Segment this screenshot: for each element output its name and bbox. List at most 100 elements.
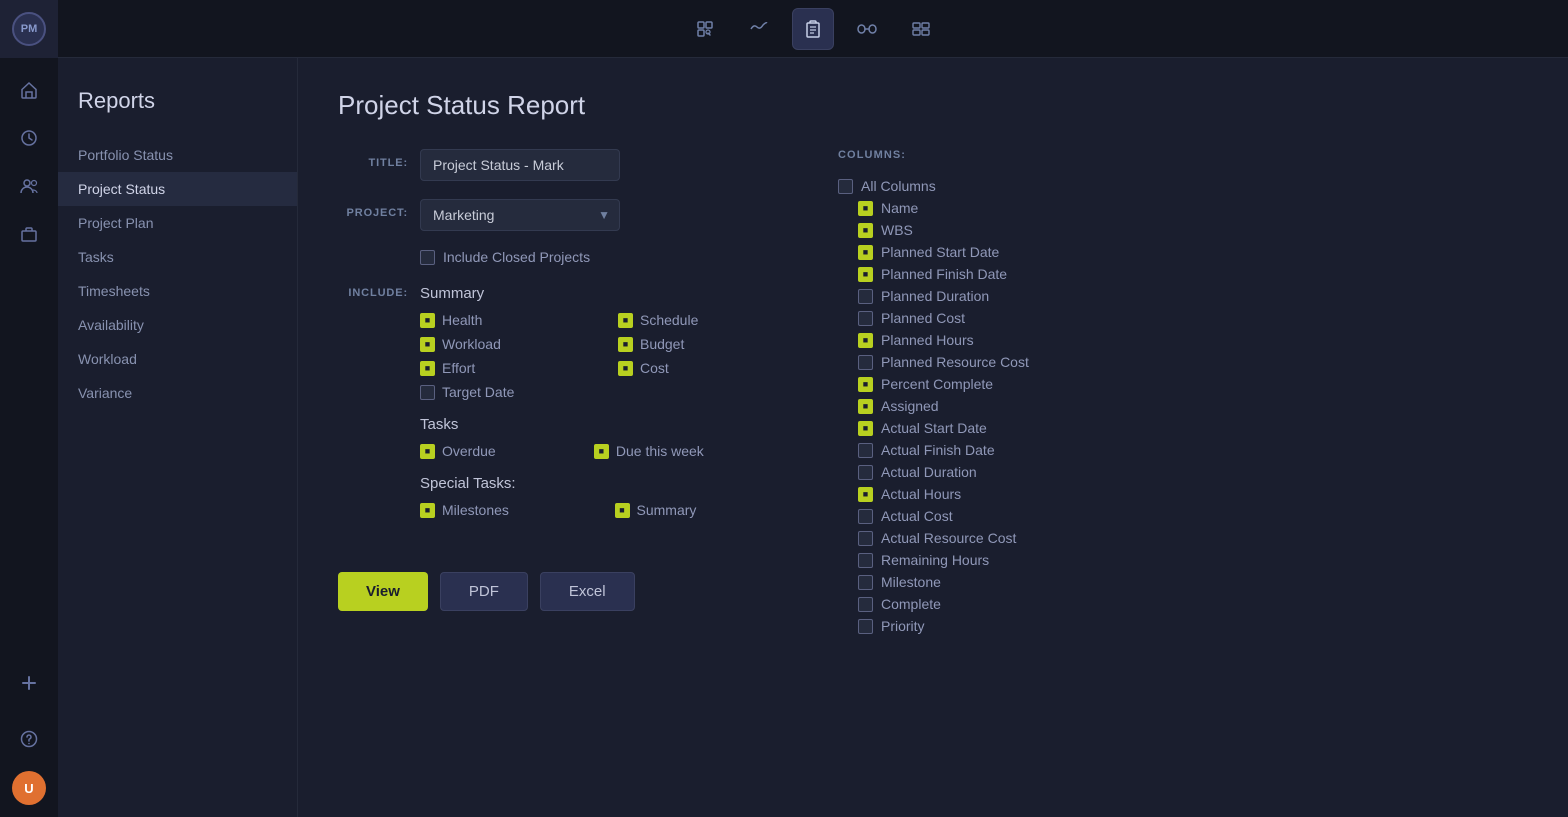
planned-finish-checkbox[interactable] <box>858 267 873 282</box>
sidebar-item-timesheets[interactable]: Timesheets <box>58 274 297 308</box>
col-name[interactable]: Name <box>838 197 1118 219</box>
excel-button[interactable]: Excel <box>540 572 635 611</box>
sidebar-item-portfolio[interactable]: Portfolio Status <box>58 138 297 172</box>
col-complete[interactable]: Complete <box>838 593 1118 615</box>
cb-budget[interactable]: Budget <box>618 336 778 352</box>
view-button[interactable]: View <box>338 572 428 611</box>
col-planned-start[interactable]: Planned Start Date <box>838 241 1118 263</box>
actual-start-checkbox[interactable] <box>858 421 873 436</box>
milestones-checkbox[interactable] <box>420 503 435 518</box>
wbs-checkbox[interactable] <box>858 223 873 238</box>
sidebar-item-availability[interactable]: Availability <box>58 308 297 342</box>
assigned-checkbox[interactable] <box>858 399 873 414</box>
planned-resource-cost-checkbox[interactable] <box>858 355 873 370</box>
include-closed-label: Include Closed Projects <box>443 249 590 265</box>
planned-hours-checkbox[interactable] <box>858 333 873 348</box>
app-logo[interactable]: PM <box>0 0 58 58</box>
sidebar-item-tasks[interactable]: Tasks <box>58 240 297 274</box>
cb-workload[interactable]: Workload <box>420 336 594 352</box>
sidebar-item-project-plan[interactable]: Project Plan <box>58 206 297 240</box>
toolbar-layout[interactable] <box>900 8 942 50</box>
col-milestone[interactable]: Milestone <box>838 571 1118 593</box>
cb-health[interactable]: Health <box>420 312 594 328</box>
actual-hours-checkbox[interactable] <box>858 487 873 502</box>
nav-home[interactable] <box>8 69 50 111</box>
actual-cost-checkbox[interactable] <box>858 509 873 524</box>
pdf-button[interactable]: PDF <box>440 572 528 611</box>
milestone-checkbox[interactable] <box>858 575 873 590</box>
percent-complete-checkbox[interactable] <box>858 377 873 392</box>
col-wbs[interactable]: WBS <box>838 219 1118 241</box>
toolbar-search[interactable] <box>684 8 726 50</box>
planned-duration-checkbox[interactable] <box>858 289 873 304</box>
schedule-label: Schedule <box>640 312 698 328</box>
remaining-hours-checkbox[interactable] <box>858 553 873 568</box>
col-remaining-hours[interactable]: Remaining Hours <box>838 549 1118 571</box>
actual-duration-checkbox[interactable] <box>858 465 873 480</box>
name-checkbox[interactable] <box>858 201 873 216</box>
col-percent-complete[interactable]: Percent Complete <box>838 373 1118 395</box>
col-all-columns[interactable]: All Columns <box>838 175 1118 197</box>
col-priority[interactable]: Priority <box>838 615 1118 637</box>
complete-label: Complete <box>881 596 941 612</box>
cost-checkbox[interactable] <box>618 361 633 376</box>
project-select[interactable]: Marketing Development Design Operations <box>420 199 620 231</box>
planned-start-checkbox[interactable] <box>858 245 873 260</box>
planned-duration-label: Planned Duration <box>881 288 989 304</box>
col-planned-finish[interactable]: Planned Finish Date <box>838 263 1118 285</box>
icon-bar-bottom: U <box>8 659 50 805</box>
col-actual-start[interactable]: Actual Start Date <box>838 417 1118 439</box>
col-actual-duration[interactable]: Actual Duration <box>838 461 1118 483</box>
cb-effort[interactable]: Effort <box>420 360 594 376</box>
effort-checkbox[interactable] <box>420 361 435 376</box>
toolbar-clipboard[interactable] <box>792 8 834 50</box>
columns-scroll[interactable]: All Columns Name WBS Planned Start <box>838 175 1118 695</box>
complete-checkbox[interactable] <box>858 597 873 612</box>
cb-milestones[interactable]: Milestones <box>420 502 591 518</box>
cb-summary[interactable]: Summary <box>615 502 779 518</box>
include-closed-checkbox[interactable] <box>420 250 435 265</box>
toolbar-link[interactable] <box>846 8 888 50</box>
nav-portfolio[interactable] <box>8 213 50 255</box>
summary-checkbox[interactable] <box>615 503 630 518</box>
cb-overdue[interactable]: Overdue <box>420 443 570 459</box>
actual-start-label: Actual Start Date <box>881 420 987 436</box>
all-columns-checkbox[interactable] <box>838 179 853 194</box>
cb-schedule[interactable]: Schedule <box>618 312 778 328</box>
cb-target-date[interactable]: Target Date <box>420 384 594 400</box>
planned-cost-checkbox[interactable] <box>858 311 873 326</box>
user-avatar[interactable]: U <box>12 771 46 805</box>
col-planned-cost[interactable]: Planned Cost <box>838 307 1118 329</box>
col-actual-hours[interactable]: Actual Hours <box>838 483 1118 505</box>
priority-checkbox[interactable] <box>858 619 873 634</box>
overdue-checkbox[interactable] <box>420 444 435 459</box>
workload-checkbox[interactable] <box>420 337 435 352</box>
col-planned-hours[interactable]: Planned Hours <box>838 329 1118 351</box>
nav-history[interactable] <box>8 117 50 159</box>
milestone-label: Milestone <box>881 574 941 590</box>
add-button[interactable] <box>8 662 50 704</box>
sidebar-item-project-status[interactable]: Project Status <box>58 172 297 206</box>
nav-people[interactable] <box>8 165 50 207</box>
sidebar-item-variance[interactable]: Variance <box>58 376 297 410</box>
cb-cost[interactable]: Cost <box>618 360 778 376</box>
actual-hours-label: Actual Hours <box>881 486 961 502</box>
col-planned-duration[interactable]: Planned Duration <box>838 285 1118 307</box>
sidebar-item-workload[interactable]: Workload <box>58 342 297 376</box>
schedule-checkbox[interactable] <box>618 313 633 328</box>
actual-resource-cost-checkbox[interactable] <box>858 531 873 546</box>
toolbar-chart[interactable] <box>738 8 780 50</box>
col-actual-cost[interactable]: Actual Cost <box>838 505 1118 527</box>
col-actual-finish[interactable]: Actual Finish Date <box>838 439 1118 461</box>
col-planned-resource-cost[interactable]: Planned Resource Cost <box>838 351 1118 373</box>
target-date-checkbox[interactable] <box>420 385 435 400</box>
cb-due-this-week[interactable]: Due this week <box>594 443 778 459</box>
help-button[interactable] <box>8 718 50 760</box>
title-input[interactable] <box>420 149 620 181</box>
budget-checkbox[interactable] <box>618 337 633 352</box>
col-assigned[interactable]: Assigned <box>838 395 1118 417</box>
actual-finish-checkbox[interactable] <box>858 443 873 458</box>
col-actual-resource-cost[interactable]: Actual Resource Cost <box>838 527 1118 549</box>
health-checkbox[interactable] <box>420 313 435 328</box>
due-this-week-checkbox[interactable] <box>594 444 609 459</box>
